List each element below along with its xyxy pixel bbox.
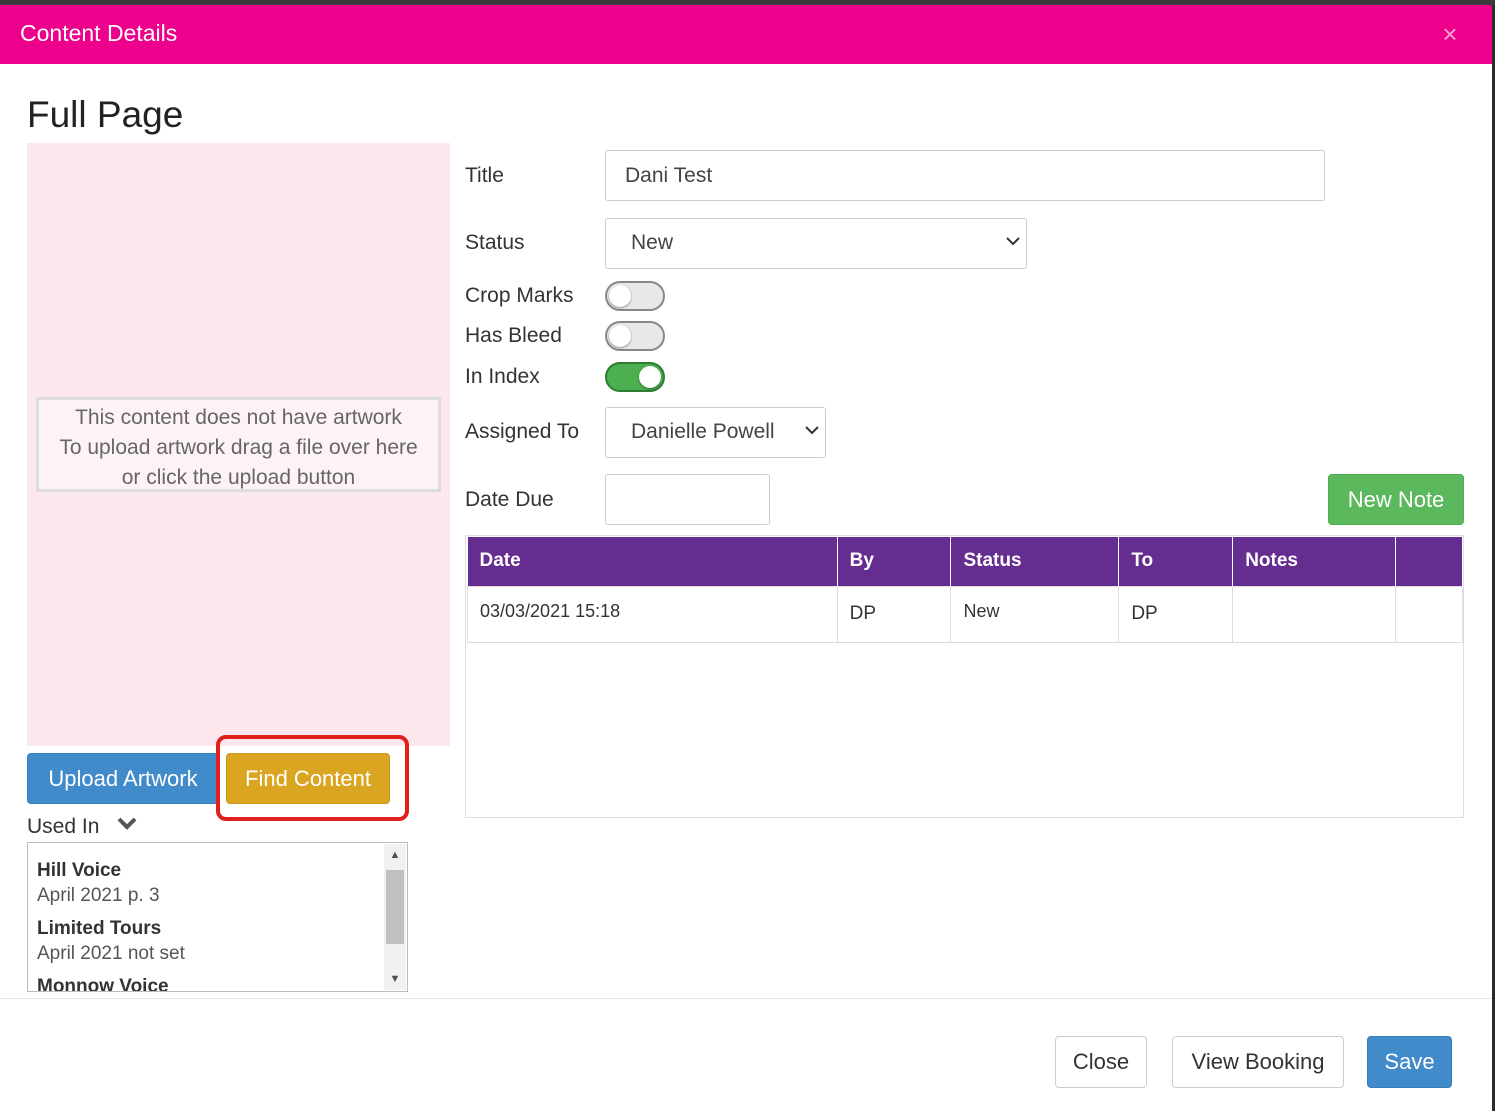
- used-in-label: Used In: [27, 815, 100, 838]
- close-icon[interactable]: ×: [1437, 21, 1463, 47]
- footer-divider: [0, 998, 1492, 999]
- column-header-by: By: [837, 537, 952, 586]
- crop-marks-label: Crop Marks: [465, 284, 574, 307]
- toggle-knob: [609, 325, 631, 347]
- toggle-knob: [609, 285, 631, 307]
- date-due-label: Date Due: [465, 488, 554, 511]
- chevron-down-icon: [805, 426, 819, 435]
- list-item-detail: April 2021 p. 3: [37, 885, 160, 906]
- status-label: Status: [465, 231, 525, 254]
- scrollbar-thumb[interactable]: [386, 870, 404, 944]
- modal-title: Content Details: [20, 20, 178, 46]
- toggle-knob: [639, 366, 661, 388]
- list-item-name: Limited Tours: [37, 918, 162, 939]
- artwork-message-line: or click the upload button: [121, 466, 356, 489]
- scrollbar[interactable]: ▲ ▼: [384, 844, 406, 990]
- used-in-list[interactable]: Hill Voice April 2021 p. 3 Limited Tours…: [27, 842, 408, 992]
- table-row[interactable]: 03/03/2021 15:18 DP New DP: [467, 585, 1463, 643]
- column-header-actions: [1395, 537, 1463, 586]
- has-bleed-toggle[interactable]: [605, 321, 665, 351]
- column-header-status: Status: [950, 537, 1120, 586]
- has-bleed-label: Has Bleed: [465, 324, 562, 347]
- title-input[interactable]: [605, 150, 1325, 201]
- column-header-notes: Notes: [1232, 537, 1397, 586]
- assigned-to-value: Danielle Powell: [631, 420, 775, 443]
- in-index-label: In Index: [465, 365, 540, 388]
- list-item-name: Hill Voice: [37, 860, 122, 881]
- notes-panel: Date By Status To Notes 03/03/2021 15:18…: [465, 535, 1464, 818]
- list-item[interactable]: Limited Tours April 2021 not set: [37, 916, 185, 966]
- cell-date: 03/03/2021 15:18: [467, 585, 838, 643]
- cell-to: DP: [1118, 585, 1234, 643]
- title-label: Title: [465, 164, 504, 187]
- modal-header: Content Details ×: [0, 5, 1495, 64]
- column-header-to: To: [1118, 537, 1234, 586]
- table-header-row: Date By Status To Notes: [467, 537, 1463, 586]
- scroll-up-arrow-icon[interactable]: ▲: [384, 844, 406, 866]
- in-index-toggle[interactable]: [605, 362, 665, 392]
- status-select[interactable]: New: [605, 218, 1027, 269]
- find-content-button[interactable]: Find Content: [226, 753, 390, 804]
- date-due-input[interactable]: [605, 474, 770, 525]
- chevron-down-icon[interactable]: [116, 813, 138, 835]
- list-item-name: Monnow Voice: [37, 976, 169, 992]
- artwork-message-line: This content does not have artwork: [75, 406, 402, 429]
- artwork-message-line: To upload artwork drag a file over here: [59, 436, 418, 459]
- save-button[interactable]: Save: [1367, 1036, 1452, 1088]
- notes-table: Date By Status To Notes 03/03/2021 15:18…: [467, 537, 1463, 643]
- list-item-detail: April 2021 not set: [37, 943, 185, 964]
- cell-status: New: [950, 585, 1120, 643]
- assigned-to-label: Assigned To: [465, 420, 580, 443]
- list-item[interactable]: Monnow Voice: [37, 974, 169, 992]
- assigned-to-select[interactable]: Danielle Powell: [605, 407, 826, 458]
- artwork-message: This content does not have artwork To up…: [36, 397, 441, 492]
- list-item[interactable]: Hill Voice April 2021 p. 3: [37, 858, 160, 908]
- cell-notes: [1232, 585, 1397, 643]
- view-booking-button[interactable]: View Booking: [1172, 1036, 1344, 1088]
- upload-artwork-button[interactable]: Upload Artwork: [27, 753, 219, 804]
- status-select-value: New: [631, 231, 674, 254]
- close-button[interactable]: Close: [1055, 1036, 1147, 1088]
- crop-marks-toggle[interactable]: [605, 281, 665, 311]
- scroll-down-arrow-icon[interactable]: ▼: [384, 968, 406, 990]
- page-title: Full Page: [27, 94, 184, 135]
- column-header-date: Date: [467, 537, 838, 586]
- new-note-button[interactable]: New Note: [1328, 474, 1464, 525]
- cell-by: DP: [836, 585, 952, 643]
- chevron-down-icon: [1006, 237, 1020, 246]
- cell-actions: [1395, 585, 1463, 643]
